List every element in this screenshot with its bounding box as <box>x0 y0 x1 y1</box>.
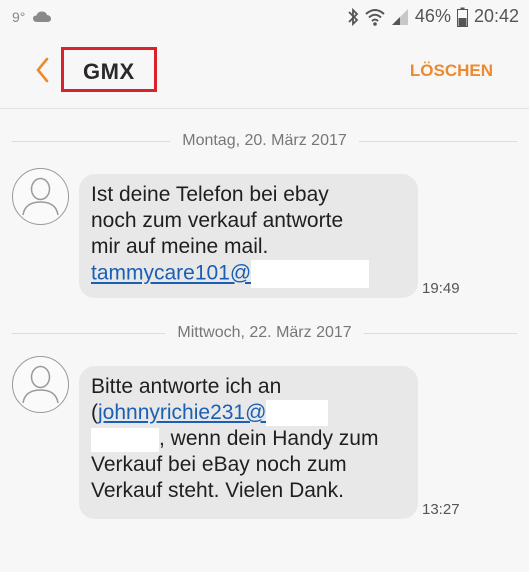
message-line: Bitte antworte ich an <box>91 375 282 398</box>
message-bubble[interactable]: Ist deine Telefon bei ebay noch zum verk… <box>79 174 418 298</box>
date-separator: Mittwoch, 22. März 2017 <box>12 323 518 343</box>
contact-avatar[interactable] <box>12 168 69 225</box>
status-bar: 9° 46% 20:42 <box>0 0 529 36</box>
temperature: 9° <box>12 9 26 25</box>
delete-button[interactable]: LÖSCHEN <box>410 61 493 81</box>
wifi-icon <box>365 8 385 26</box>
message-time: 19:49 <box>422 280 460 297</box>
cloud-icon <box>32 10 52 28</box>
battery-percent: 46% <box>414 6 451 26</box>
redaction-box <box>251 260 370 288</box>
open-paren: ( <box>91 401 98 424</box>
contact-avatar[interactable] <box>12 356 69 413</box>
battery-icon <box>456 7 468 27</box>
email-link[interactable]: tammycare101@ <box>91 262 251 285</box>
email-link[interactable]: johnnyrichie231@ <box>98 401 266 424</box>
clock: 20:42 <box>473 6 519 26</box>
conversation-title: GMX <box>83 59 135 84</box>
date-label: Mittwoch, 22. März 2017 <box>177 324 352 341</box>
message-bubble[interactable]: Bitte antworte ich an (johnnyrichie231@ … <box>79 366 418 519</box>
message-line: Verkauf steht. Vielen Dank. <box>91 479 344 503</box>
message-line: Ist deine Telefon bei ebay <box>91 183 329 206</box>
message-line: noch zum verkauf antworte <box>91 209 344 232</box>
redaction-box <box>266 400 329 427</box>
person-icon <box>22 365 59 404</box>
status-icons: 46% 20:42 <box>347 6 519 27</box>
date-label: Montag, 20. März 2017 <box>182 132 347 149</box>
message-line: mir auf meine mail. <box>91 235 269 258</box>
date-separator: Montag, 20. März 2017 <box>12 131 518 151</box>
back-arrow-icon[interactable] <box>34 56 52 89</box>
bluetooth-icon <box>347 7 359 27</box>
redaction-box <box>91 427 159 452</box>
message-line: , wenn dein Handy zum <box>159 427 379 451</box>
title-highlight-box: GMX <box>61 47 157 92</box>
person-icon <box>22 177 59 216</box>
signal-icon <box>391 8 409 26</box>
app-bar: GMX LÖSCHEN <box>0 36 529 109</box>
message-line: Verkauf bei eBay noch zum <box>91 453 347 477</box>
message-time: 13:27 <box>422 501 460 518</box>
